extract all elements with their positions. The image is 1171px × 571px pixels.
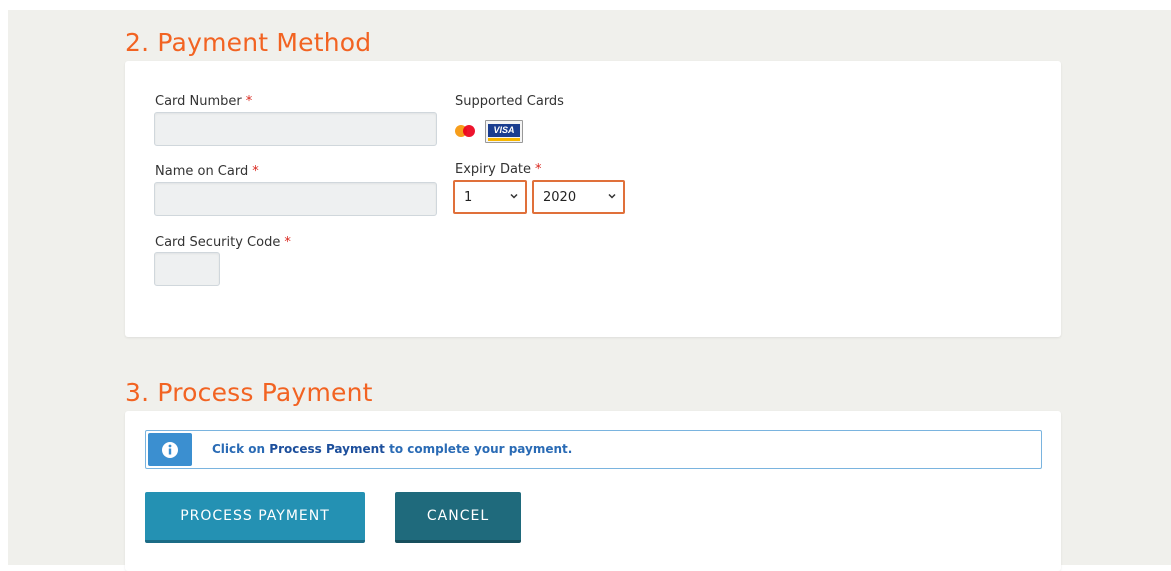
process-payment-button[interactable]: PROCESS PAYMENT bbox=[145, 492, 365, 543]
card-number-input[interactable] bbox=[154, 112, 437, 146]
chevron-down-icon bbox=[608, 193, 616, 199]
expiry-month-value: 1 bbox=[464, 189, 473, 205]
info-text-suffix: to complete your payment. bbox=[384, 442, 573, 456]
info-icon-container bbox=[148, 433, 192, 466]
card-number-label-text: Card Number bbox=[155, 94, 242, 109]
expiry-month-select[interactable]: 1 bbox=[453, 180, 527, 214]
visa-stripe bbox=[488, 138, 520, 141]
required-marker: * bbox=[535, 162, 542, 177]
info-message: Click on Process Payment to complete you… bbox=[145, 430, 1042, 469]
expiry-date-label-text: Expiry Date bbox=[455, 162, 532, 177]
security-code-label: Card Security Code * bbox=[155, 235, 291, 250]
info-text-bold: Process Payment bbox=[269, 442, 385, 456]
chevron-down-icon bbox=[510, 193, 518, 199]
name-on-card-label: Name on Card * bbox=[155, 164, 259, 179]
name-on-card-label-text: Name on Card bbox=[155, 164, 249, 179]
expiry-date-label: Expiry Date * bbox=[455, 162, 542, 177]
supported-cards-logos: VISA bbox=[454, 120, 534, 144]
required-marker: * bbox=[284, 235, 291, 250]
name-on-card-input[interactable] bbox=[154, 182, 437, 216]
required-marker: * bbox=[252, 164, 259, 179]
payment-method-card: Card Number * Supported Cards VISA Name o… bbox=[125, 61, 1061, 337]
supported-cards-label: Supported Cards bbox=[455, 94, 564, 109]
info-text: Click on Process Payment to complete you… bbox=[212, 442, 572, 456]
process-payment-title: 3. Process Payment bbox=[125, 378, 373, 407]
expiry-year-select[interactable]: 2020 bbox=[532, 180, 625, 214]
info-icon bbox=[162, 441, 178, 458]
info-text-prefix: Click on bbox=[212, 442, 270, 456]
process-payment-card: Click on Process Payment to complete you… bbox=[125, 411, 1061, 571]
visa-text: VISA bbox=[488, 124, 520, 137]
page-background: 2. Payment Method Card Number * Supported… bbox=[8, 10, 1171, 571]
required-marker: * bbox=[245, 94, 253, 109]
payment-method-title: 2. Payment Method bbox=[125, 28, 372, 57]
card-number-label: Card Number * bbox=[155, 94, 252, 109]
security-code-label-text: Card Security Code bbox=[155, 235, 281, 250]
cancel-button[interactable]: CANCEL bbox=[395, 492, 521, 543]
security-code-input[interactable] bbox=[154, 252, 220, 286]
visa-icon: VISA bbox=[485, 120, 523, 143]
expiry-year-value: 2020 bbox=[543, 189, 577, 205]
